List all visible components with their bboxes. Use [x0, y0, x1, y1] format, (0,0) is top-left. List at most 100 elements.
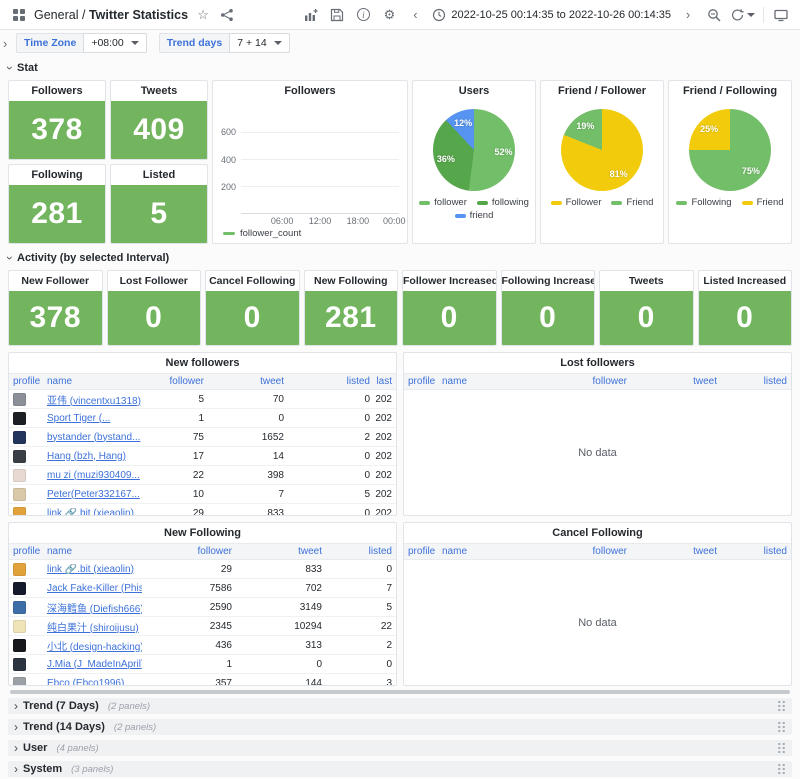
profile-name-link[interactable]: bystander (bystand...	[47, 432, 148, 443]
avatar-image	[13, 639, 26, 652]
column-header-profile[interactable]: profile	[408, 376, 442, 387]
column-header-follower[interactable]: follower	[142, 546, 232, 557]
cycle-view-tv-icon[interactable]	[772, 6, 790, 24]
column-header-profile[interactable]: profile	[13, 546, 47, 557]
column-header-tweet[interactable]: tweet	[627, 546, 717, 557]
profile-name-link[interactable]: 小北 (design-hacking)	[47, 638, 142, 653]
variable-dropdown[interactable]: +08:00	[83, 33, 146, 53]
column-header-listed[interactable]: listed	[322, 546, 392, 557]
variable-dropdown[interactable]: 7 + 14	[229, 33, 290, 53]
breadcrumb-separator: /	[82, 8, 85, 22]
profile-name-link[interactable]: 深海鳕鱼 (Diefish666)	[47, 600, 142, 615]
avatar-image	[13, 469, 26, 482]
zoom-out-icon[interactable]	[705, 6, 723, 24]
column-header-listed[interactable]: listed	[284, 376, 370, 387]
table-row: link 🔗.bit (xieaolin)298330	[9, 560, 396, 579]
dashboards-grid-icon[interactable]	[10, 6, 28, 24]
row-title: User	[23, 742, 47, 754]
dashboard-row-collapsed[interactable]: ›Trend (14 Days)(2 panels)	[8, 719, 792, 735]
column-header-tweet[interactable]: tweet	[627, 376, 717, 387]
value-cell: 313	[232, 640, 322, 651]
stat-panel-title: Tweets	[111, 81, 207, 101]
dashboard-title: Twitter Statistics	[89, 8, 188, 22]
column-header-last[interactable]: last	[370, 376, 392, 387]
legend-item[interactable]: Follower	[551, 197, 602, 208]
profile-name-link[interactable]: Ebco (Ebco1996)	[47, 678, 142, 687]
value-cell: 0	[204, 413, 284, 424]
column-header-name[interactable]: name	[47, 546, 142, 557]
profile-name-link[interactable]: link 🔗.bit (xieaolin)	[47, 508, 148, 517]
star-icon[interactable]: ☆	[194, 6, 212, 24]
drag-handle-icon[interactable]	[777, 763, 786, 775]
legend-item[interactable]: friend	[455, 210, 494, 221]
column-header-listed[interactable]: listed	[717, 376, 787, 387]
profile-name-link[interactable]: link 🔗.bit (xieaolin)	[47, 564, 142, 575]
profile-name-link[interactable]: 亚伟 (vincentxu1318)	[47, 392, 148, 407]
column-header-follower[interactable]: follower	[148, 376, 204, 387]
column-header-follower[interactable]: follower	[537, 376, 627, 387]
breadcrumb-folder[interactable]: General	[34, 8, 78, 22]
legend-item[interactable]: Friend	[611, 197, 653, 208]
column-header-profile[interactable]: profile	[13, 376, 47, 387]
time-range-picker[interactable]: 2022-10-25 00:14:35 to 2022-10-26 00:14:…	[432, 8, 671, 22]
share-icon[interactable]	[218, 6, 236, 24]
column-header-follower[interactable]: follower	[537, 546, 627, 557]
row-header-activity[interactable]: › Activity (by selected Interval)	[8, 250, 792, 266]
column-header-tweet[interactable]: tweet	[204, 376, 284, 387]
legend-item[interactable]: follower	[419, 197, 467, 208]
profile-name-link[interactable]: mu zi (muzi930409...	[47, 470, 148, 481]
legend-item[interactable]: following	[477, 197, 529, 208]
time-range-forward-icon[interactable]: ›	[679, 6, 697, 24]
column-header-name[interactable]: name	[442, 376, 537, 387]
dashboard-row-collapsed[interactable]: ›User(4 panels)	[8, 740, 792, 756]
horizontal-scrollbar[interactable]	[10, 690, 790, 694]
legend-label[interactable]: follower_count	[240, 228, 301, 239]
dashboard-row-collapsed[interactable]: ›Trend (7 Days)(2 panels)	[8, 698, 792, 714]
dashboard-settings-gear-icon[interactable]: ⚙	[380, 6, 398, 24]
table-body: 亚伟 (vincentxu1318)5700202Sport Tiger (..…	[9, 390, 396, 515]
value-cell: 5	[322, 602, 392, 613]
breadcrumb[interactable]: General / Twitter Statistics	[34, 8, 188, 22]
column-header-name[interactable]: name	[442, 546, 537, 557]
add-panel-icon[interactable]	[302, 6, 320, 24]
row-title: Trend (14 Days)	[23, 721, 105, 733]
value-cell: 202	[370, 413, 392, 424]
refresh-interval-caret-icon[interactable]	[747, 13, 755, 17]
drag-handle-icon[interactable]	[777, 742, 786, 754]
refresh-icon[interactable]	[731, 6, 755, 24]
column-header-listed[interactable]: listed	[717, 546, 787, 557]
profile-cell	[13, 450, 47, 463]
drag-handle-icon[interactable]	[777, 721, 786, 733]
profile-cell	[13, 582, 47, 595]
save-dashboard-icon[interactable]	[328, 6, 346, 24]
avatar-image	[13, 488, 26, 501]
stat-value: 281	[9, 185, 105, 243]
row-header-stat[interactable]: › Stat	[8, 60, 792, 76]
profile-name-link[interactable]: Hang (bzh, Hang)	[47, 451, 148, 462]
legend-item[interactable]: Friend	[742, 197, 784, 208]
tables-row-1: New followers profilenamefollowertweetli…	[8, 352, 792, 516]
profile-name-link[interactable]: 纯白果汁 (shiroijusu)	[47, 619, 142, 634]
dashboard-row-collapsed[interactable]: ›System(3 panels)	[8, 761, 792, 777]
info-icon[interactable]: i	[354, 6, 372, 24]
legend-label: follower	[434, 197, 467, 208]
sidebar-expand-icon[interactable]: ›	[3, 36, 7, 51]
drag-handle-icon[interactable]	[777, 700, 786, 712]
column-header-tweet[interactable]: tweet	[232, 546, 322, 557]
column-header-name[interactable]: name	[47, 376, 148, 387]
value-cell: 22	[322, 621, 392, 632]
panel-title: New followers	[9, 353, 396, 373]
time-range-back-icon[interactable]: ‹	[406, 6, 424, 24]
stat-panel-title: Followers	[9, 81, 105, 101]
stat-value: 409	[111, 101, 207, 159]
profile-name-link[interactable]: Peter(Peter332167...	[47, 489, 148, 500]
value-cell: 14	[204, 451, 284, 462]
profile-name-link[interactable]: Sport Tiger (...	[47, 413, 148, 424]
profile-name-link[interactable]: J.Mia (J_MadeInApril)	[47, 659, 142, 670]
x-tick-label: 06:00	[271, 216, 294, 226]
column-header-profile[interactable]: profile	[408, 546, 442, 557]
value-cell: 5	[284, 489, 370, 500]
table-row: 纯白果汁 (shiroijusu)23451029422	[9, 617, 396, 636]
profile-name-link[interactable]: Jack Fake-Killer (Phish...	[47, 583, 142, 594]
legend-item[interactable]: Following	[676, 197, 731, 208]
